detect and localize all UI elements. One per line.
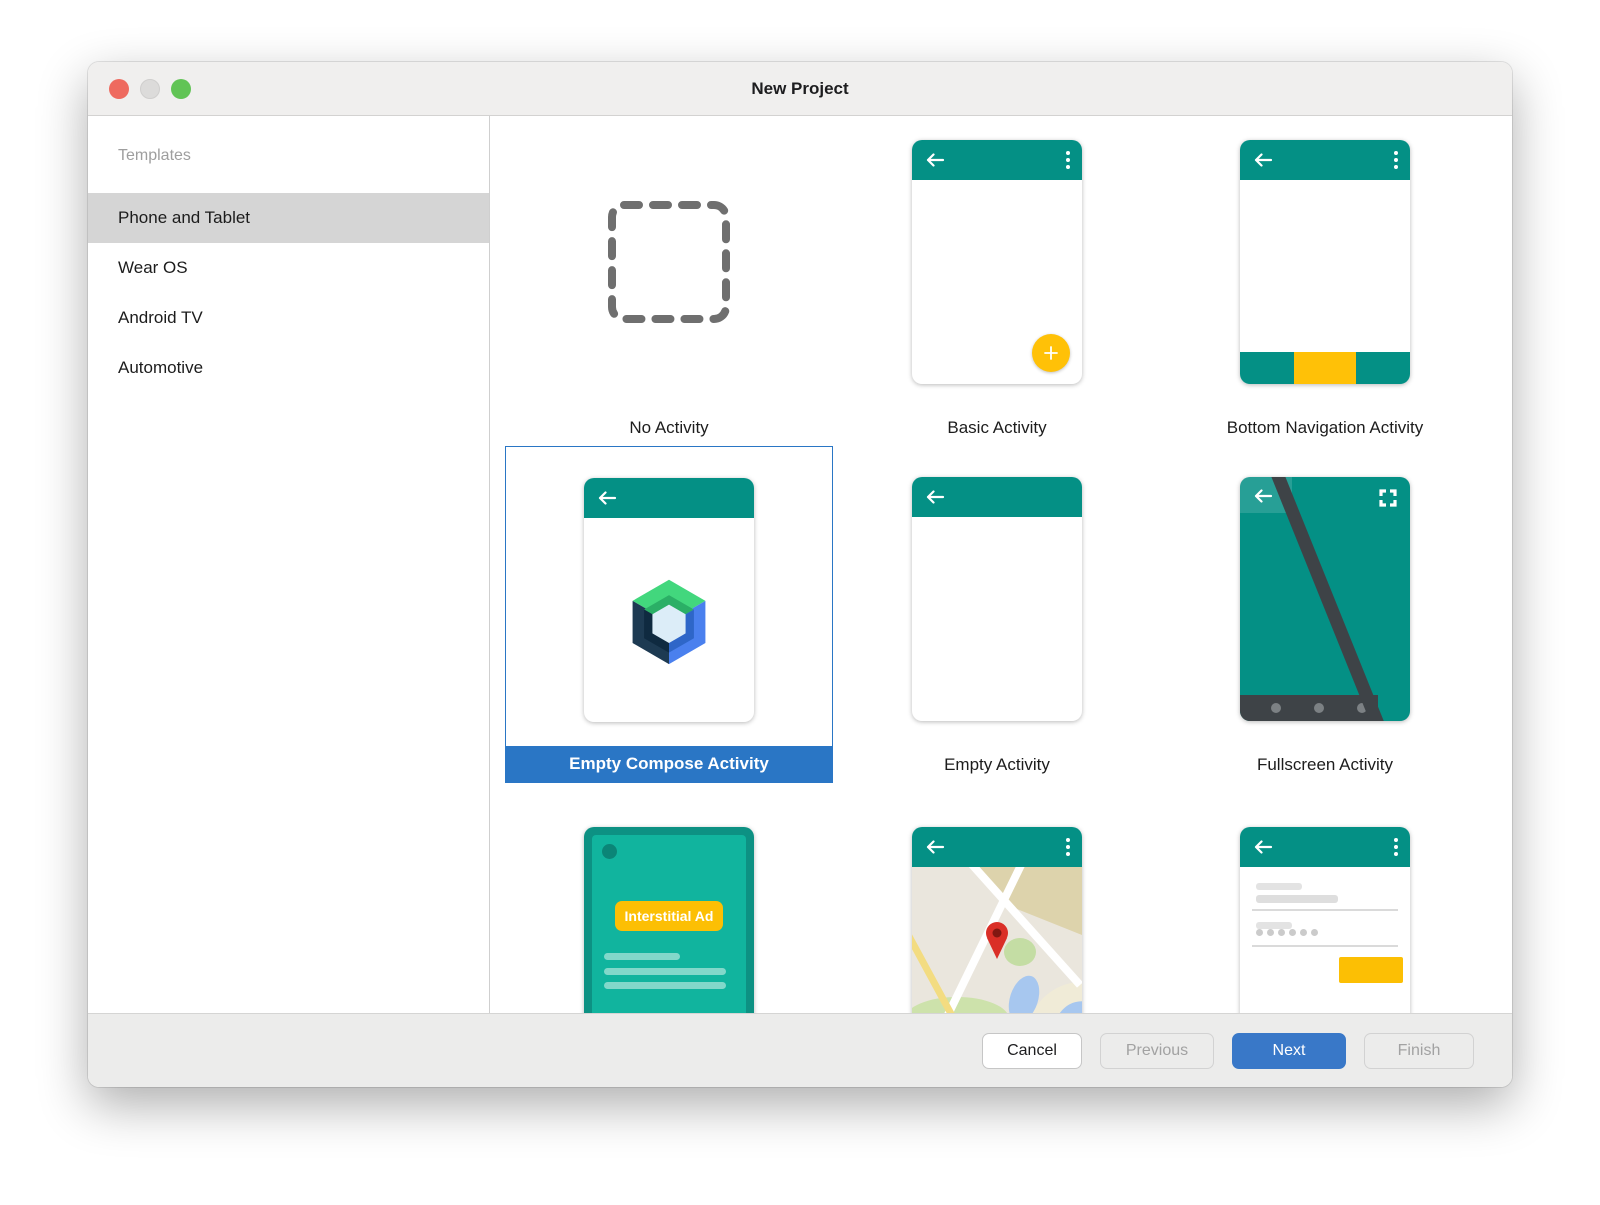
back-arrow-icon	[924, 153, 946, 167]
back-arrow-icon	[924, 490, 946, 504]
basic-activity-thumbnail	[833, 116, 1161, 410]
interstitial-ad-thumbnail: Interstitial Ad	[505, 796, 833, 1013]
templates-sidebar: Templates Phone and Tablet Wear OS Andro…	[88, 116, 490, 1013]
plus-icon	[1043, 345, 1059, 361]
form-input-placeholder	[1256, 895, 1338, 903]
sidebar-item-phone-and-tablet[interactable]: Phone and Tablet	[88, 193, 489, 243]
placeholder-line	[604, 982, 726, 989]
kebab-menu-icon	[1394, 151, 1398, 169]
ad-avatar-dot	[602, 844, 617, 859]
template-grid: No Activity	[490, 116, 1512, 1013]
interstitial-ad-badge: Interstitial Ad	[615, 901, 723, 931]
placeholder-line	[604, 953, 680, 960]
template-label-selected: Empty Compose Activity	[506, 746, 832, 782]
dashed-square-placeholder	[604, 197, 734, 327]
sidebar-item-automotive[interactable]: Automotive	[88, 343, 489, 393]
zoom-window-button[interactable]	[171, 79, 191, 99]
fullscreen-icon	[1378, 488, 1398, 508]
form-label-placeholder	[1256, 922, 1292, 929]
submit-button-placeholder	[1339, 957, 1403, 983]
form-underline	[1252, 945, 1398, 947]
kebab-menu-icon	[1066, 838, 1070, 856]
sidebar-item-android-tv[interactable]: Android TV	[88, 293, 489, 343]
finish-button[interactable]: Finish	[1364, 1033, 1474, 1069]
empty-activity-thumbnail	[833, 446, 1161, 747]
back-arrow-icon	[924, 840, 946, 854]
template-no-activity[interactable]: No Activity	[505, 116, 833, 446]
window-title: New Project	[88, 62, 1512, 115]
template-admob-ads-activity[interactable]: Interstitial Ad	[505, 796, 833, 1013]
back-arrow-icon	[596, 491, 618, 505]
sidebar-list: Phone and Tablet Wear OS Android TV Auto…	[88, 193, 489, 393]
fullscreen-activity-thumbnail	[1161, 446, 1489, 747]
cancel-button[interactable]: Cancel	[982, 1033, 1082, 1069]
template-label: Basic Activity	[833, 410, 1161, 446]
form-label-placeholder	[1256, 883, 1302, 890]
template-label: No Activity	[505, 410, 833, 446]
dialog-footer: Cancel Previous Next Finish	[88, 1013, 1512, 1087]
template-fullscreen-activity[interactable]: Fullscreen Activity	[1161, 446, 1489, 783]
new-project-dialog: New Project Templates Phone and Tablet W…	[88, 62, 1512, 1087]
form-underline	[1252, 909, 1398, 911]
login-thumbnail	[1161, 796, 1489, 1013]
previous-button[interactable]: Previous	[1100, 1033, 1214, 1069]
template-login-activity[interactable]	[1161, 796, 1489, 1013]
template-basic-activity[interactable]: Basic Activity	[833, 116, 1161, 446]
titlebar[interactable]: New Project	[88, 62, 1512, 116]
back-arrow-icon	[1252, 489, 1274, 503]
bottom-navigation-thumbnail	[1161, 116, 1489, 410]
kebab-menu-icon	[1066, 151, 1070, 169]
template-label: Empty Activity	[833, 747, 1161, 783]
back-arrow-icon	[1252, 840, 1274, 854]
template-label: Bottom Navigation Activity	[1161, 410, 1489, 446]
password-dots	[1256, 929, 1318, 936]
sidebar-item-wear-os[interactable]: Wear OS	[88, 243, 489, 293]
minimize-window-button[interactable]	[140, 79, 160, 99]
empty-compose-thumbnail	[506, 447, 832, 746]
next-button[interactable]: Next	[1232, 1033, 1346, 1069]
close-window-button[interactable]	[109, 79, 129, 99]
template-empty-compose-activity[interactable]: Empty Compose Activity	[505, 446, 833, 783]
template-bottom-navigation-activity[interactable]: Bottom Navigation Activity	[1161, 116, 1489, 446]
no-activity-thumbnail	[505, 116, 833, 410]
kebab-menu-icon	[1394, 838, 1398, 856]
map-illustration	[912, 867, 1082, 1013]
template-google-maps-activity[interactable]	[833, 796, 1161, 1013]
jetpack-compose-logo	[623, 574, 715, 666]
bottom-nav-bar	[1240, 352, 1410, 384]
back-arrow-icon	[1252, 153, 1274, 167]
template-empty-activity[interactable]: Empty Activity	[833, 446, 1161, 783]
fab-button	[1032, 334, 1070, 372]
traffic-lights	[109, 79, 191, 99]
placeholder-line	[604, 968, 726, 975]
maps-thumbnail	[833, 796, 1161, 1013]
diagonal-stripe	[1240, 477, 1410, 721]
template-label: Fullscreen Activity	[1161, 747, 1489, 783]
sidebar-header: Templates	[118, 147, 489, 169]
